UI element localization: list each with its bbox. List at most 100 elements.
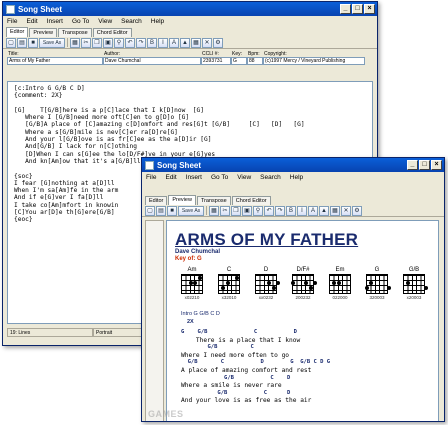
song-preview[interactable]: ARMS OF MY FATHER Dave Chumchal Key of: … [166, 220, 439, 421]
tab-transpose[interactable]: Transpose [57, 28, 92, 37]
cut-icon[interactable]: ✂ [81, 37, 91, 48]
finger-dot [304, 281, 309, 285]
save-as-button[interactable]: Save As [39, 37, 65, 48]
chord-grid [181, 274, 203, 294]
tab-transpose[interactable]: Transpose [196, 196, 231, 205]
tab-chord-editor[interactable]: Chord Editor [92, 28, 132, 37]
options-icon[interactable]: ⚙ [352, 205, 362, 216]
undo-icon[interactable]: ↶ [264, 205, 274, 216]
save-icon[interactable]: ■ [28, 37, 38, 48]
chord-fingering: xx0232 [258, 295, 274, 300]
menu-search[interactable]: Search [260, 174, 281, 181]
print-icon[interactable]: ▦ [70, 37, 80, 48]
tab-preview[interactable]: Preview [168, 195, 196, 205]
new-icon[interactable]: ▢ [145, 205, 155, 216]
tab-editor[interactable]: Editor [145, 196, 168, 205]
chord-grid [403, 274, 428, 294]
chord-diagram: D/F# 200232 [288, 267, 318, 300]
copyright-field[interactable]: (c)1997 Mercy / Vineyard Publishing [263, 57, 365, 65]
options-icon[interactable]: ⚙ [213, 37, 223, 48]
editor-window-title: Song Sheet [18, 4, 63, 14]
tab-preview[interactable]: Preview [29, 28, 57, 37]
editor-menubar: File Edit Insert Go To View Search Help [3, 16, 377, 27]
close-doc-icon[interactable]: ✕ [202, 37, 212, 48]
watermark: GAMES [148, 409, 184, 419]
ccli-field[interactable]: 2393731 [201, 57, 231, 65]
close-doc-icon[interactable]: ✕ [341, 205, 351, 216]
color-icon[interactable]: ▲ [180, 37, 190, 48]
minimize-icon[interactable]: _ [407, 160, 418, 170]
save-as-button[interactable]: Save As [178, 205, 204, 216]
chord-line: G/B C D [181, 389, 291, 396]
finger-dot [276, 281, 280, 285]
color-icon[interactable]: ▲ [319, 205, 329, 216]
preview-titlebar[interactable]: Song Sheet _ □ × [142, 158, 444, 172]
bold-icon[interactable]: B [147, 37, 157, 48]
intro-block: Intro G G/B C D 2X [181, 310, 220, 326]
grid-icon[interactable]: ▦ [191, 37, 201, 48]
open-icon[interactable]: ▤ [156, 205, 166, 216]
maximize-icon[interactable]: □ [419, 160, 430, 170]
editor-line: Where a s[G/B]mile is nev[C]er ra[D]re[G… [14, 128, 178, 136]
italic-icon[interactable]: I [158, 37, 168, 48]
author-field[interactable]: Dave Chumchal [103, 57, 201, 65]
menu-goto[interactable]: Go To [72, 18, 89, 25]
paste-icon[interactable]: ▣ [103, 37, 113, 48]
font-icon[interactable]: A [308, 205, 318, 216]
copy-icon[interactable]: ❐ [231, 205, 241, 216]
editor-toolbar: ▢ ▤ ■ Save As ▦ ✂ ❐ ▣ ⚲ ↶ ↷ B I A ▲ ▦ ✕ … [3, 37, 377, 49]
undo-icon[interactable]: ↶ [125, 37, 135, 48]
song-info-table: Title: Author: CCLI #: Key: Bpm: Copyrig… [7, 51, 373, 65]
bpm-field[interactable]: 88 [247, 57, 263, 65]
editor-titlebar[interactable]: Song Sheet _ □ × [3, 2, 377, 16]
editor-line: [G/B]A place of [C]amazing c[D]omfort an… [14, 121, 305, 129]
redo-icon[interactable]: ↷ [275, 205, 285, 216]
new-icon[interactable]: ▢ [6, 37, 16, 48]
finger-dot [365, 286, 369, 290]
menu-insert[interactable]: Insert [186, 174, 202, 181]
chord-grid [291, 274, 317, 294]
chord-fingering: 200232 [295, 295, 311, 300]
menu-edit[interactable]: Edit [165, 174, 176, 181]
tab-editor[interactable]: Editor [6, 27, 29, 37]
menu-goto[interactable]: Go To [211, 174, 228, 181]
font-icon[interactable]: A [169, 37, 179, 48]
tab-chord-editor[interactable]: Chord Editor [231, 196, 271, 205]
copy-icon[interactable]: ❐ [92, 37, 102, 48]
minimize-icon[interactable]: _ [340, 4, 351, 14]
menu-file[interactable]: File [7, 18, 17, 25]
chord-name: G [374, 267, 380, 273]
title-field[interactable]: Arms of My Father [7, 57, 103, 65]
close-icon[interactable]: × [431, 160, 442, 170]
menu-help[interactable]: Help [290, 174, 303, 181]
find-icon[interactable]: ⚲ [114, 37, 124, 48]
menu-search[interactable]: Search [121, 18, 142, 25]
menu-edit[interactable]: Edit [26, 18, 37, 25]
chord-diagram: Am x02210 [177, 267, 207, 300]
save-icon[interactable]: ■ [167, 205, 177, 216]
menu-view[interactable]: View [98, 18, 112, 25]
find-icon[interactable]: ⚲ [253, 205, 263, 216]
editor-line: And[G/B] I lack for n[C]othing [14, 143, 137, 151]
open-icon[interactable]: ▤ [17, 37, 27, 48]
print-icon[interactable]: ▦ [209, 205, 219, 216]
close-icon[interactable]: × [364, 4, 375, 14]
redo-icon[interactable]: ↷ [136, 37, 146, 48]
paste-icon[interactable]: ▣ [242, 205, 252, 216]
maximize-icon[interactable]: □ [352, 4, 363, 14]
chord-grid [329, 274, 351, 294]
lyric-line: Where I need more often to go [181, 351, 290, 359]
preview-window-title: Song Sheet [157, 160, 202, 170]
bold-icon[interactable]: B [286, 205, 296, 216]
cut-icon[interactable]: ✂ [220, 205, 230, 216]
menu-insert[interactable]: Insert [47, 18, 63, 25]
grid-icon[interactable]: ▦ [330, 205, 340, 216]
editor-tabs: Editor Preview Transpose Chord Editor [3, 27, 377, 37]
chord-line: G G/B C D [181, 329, 297, 335]
menu-file[interactable]: File [146, 174, 156, 181]
finger-dot [267, 281, 272, 285]
menu-view[interactable]: View [237, 174, 251, 181]
menu-help[interactable]: Help [151, 18, 164, 25]
key-field[interactable]: G [231, 57, 247, 65]
italic-icon[interactable]: I [297, 205, 307, 216]
